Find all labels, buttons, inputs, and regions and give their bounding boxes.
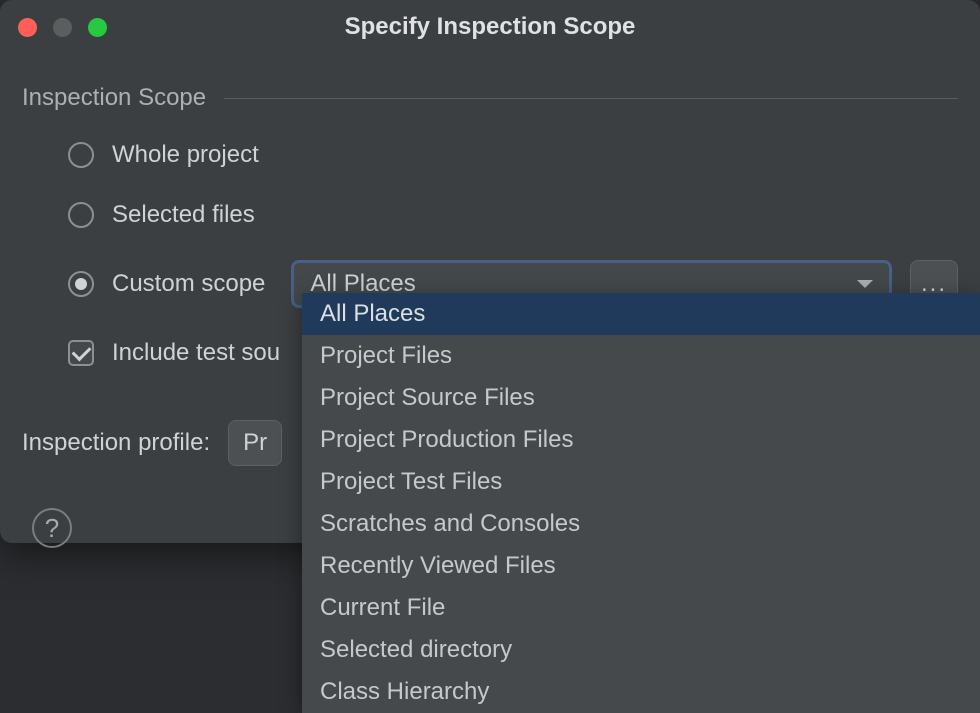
dropdown-item-project-test-files[interactable]: Project Test Files xyxy=(302,461,980,503)
radio-icon xyxy=(68,202,94,228)
profile-combobox[interactable]: Pr xyxy=(228,420,282,466)
dropdown-item-current-file[interactable]: Current File xyxy=(302,587,980,629)
close-icon[interactable] xyxy=(18,18,37,37)
dropdown-item-project-files[interactable]: Project Files xyxy=(302,335,980,377)
radio-selected-files[interactable]: Selected files xyxy=(68,200,958,230)
chevron-down-icon xyxy=(857,280,873,288)
dropdown-item-class-hierarchy[interactable]: Class Hierarchy xyxy=(302,671,980,713)
scope-dropdown-list: All Places Project Files Project Source … xyxy=(302,293,980,713)
maximize-icon[interactable] xyxy=(88,18,107,37)
section-header: Inspection Scope xyxy=(22,84,958,112)
window-controls xyxy=(18,18,107,37)
minimize-icon[interactable] xyxy=(53,18,72,37)
profile-label: Inspection profile: xyxy=(22,429,210,457)
help-button[interactable]: ? xyxy=(32,508,72,548)
dropdown-item-recently-viewed[interactable]: Recently Viewed Files xyxy=(302,545,980,587)
dropdown-item-selected-directory[interactable]: Selected directory xyxy=(302,629,980,671)
titlebar: Specify Inspection Scope xyxy=(0,0,980,54)
section-title: Inspection Scope xyxy=(22,84,206,112)
radio-whole-project[interactable]: Whole project xyxy=(68,140,958,170)
dropdown-item-all-places[interactable]: All Places xyxy=(302,293,980,335)
radio-icon xyxy=(68,142,94,168)
dialog-title: Specify Inspection Scope xyxy=(0,13,980,41)
radio-label: Custom scope xyxy=(112,270,265,298)
divider xyxy=(224,98,958,99)
help-icon: ? xyxy=(45,513,59,544)
checkbox-label: Include test sou xyxy=(112,339,280,367)
radio-icon[interactable] xyxy=(68,271,94,297)
radio-label: Whole project xyxy=(112,141,259,169)
checkbox-icon xyxy=(68,340,94,366)
profile-value: Pr xyxy=(243,429,267,457)
dropdown-item-scratches-consoles[interactable]: Scratches and Consoles xyxy=(302,503,980,545)
dropdown-item-project-source-files[interactable]: Project Source Files xyxy=(302,377,980,419)
dropdown-item-project-production-files[interactable]: Project Production Files xyxy=(302,419,980,461)
radio-label: Selected files xyxy=(112,201,255,229)
